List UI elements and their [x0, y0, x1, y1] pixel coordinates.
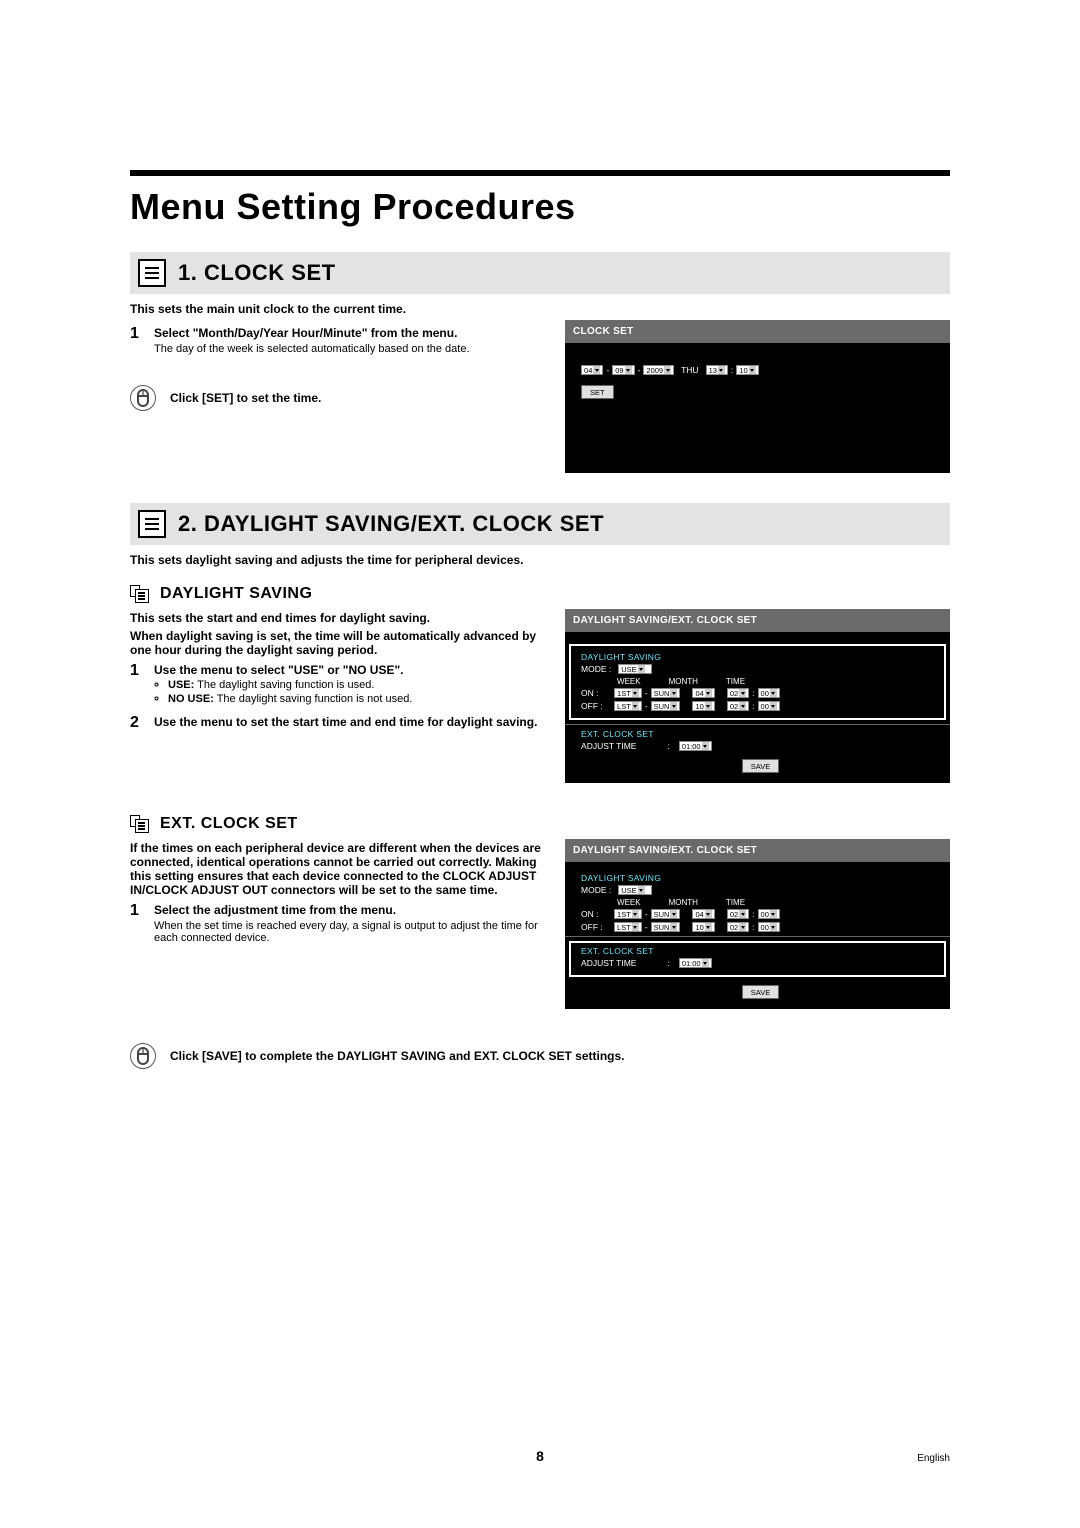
month-select[interactable]: 04: [581, 365, 603, 375]
dst-panel-2: DAYLIGHT SAVING/EXT. CLOCK SET DAYLIGHT …: [565, 839, 950, 1009]
mode-select[interactable]: USE: [618, 885, 652, 895]
panel-section-label: DAYLIGHT SAVING: [581, 873, 940, 883]
year-select[interactable]: 2009: [643, 365, 674, 375]
off-min-select[interactable]: 00: [758, 922, 780, 932]
ext-step1-note: When the set time is reached every day, …: [154, 920, 547, 944]
column-headers: WEEK MONTH TIME: [617, 898, 940, 907]
dst-panel-1: DAYLIGHT SAVING/EXT. CLOCK SET DAYLIGHT …: [565, 609, 950, 783]
panel-section-label: DAYLIGHT SAVING: [581, 652, 938, 662]
off-day-select[interactable]: SUN: [651, 922, 681, 932]
on-week-select[interactable]: 1ST: [614, 909, 642, 919]
ext-heading: EXT. CLOCK SET: [160, 815, 298, 833]
off-month-select[interactable]: 10: [692, 701, 714, 711]
adjust-time-select[interactable]: 01:00: [679, 958, 712, 968]
off-month-select[interactable]: 10: [692, 922, 714, 932]
mode-label: MODE :: [581, 885, 611, 895]
weekday-label: THU: [681, 365, 698, 375]
on-month-select[interactable]: 04: [692, 909, 714, 919]
highlight-box-ext: EXT. CLOCK SET ADJUST TIME : 01:00: [569, 941, 946, 977]
page-number: 8: [130, 1448, 950, 1464]
on-min-select[interactable]: 00: [758, 909, 780, 919]
daylight-step1: Use the menu to select "USE" or "NO USE"…: [154, 663, 412, 677]
highlight-box-daylight: DAYLIGHT SAVING MODE : USE WEEK MONTH TI…: [569, 644, 946, 720]
step-1-note: The day of the week is selected automati…: [154, 343, 470, 355]
save-button[interactable]: SAVE: [742, 985, 779, 999]
language-label: English: [917, 1453, 950, 1464]
hour-select[interactable]: 13: [706, 365, 728, 375]
subsection-daylight-saving: DAYLIGHT SAVING: [130, 585, 950, 603]
menu-icon: [138, 259, 166, 287]
off-hour-select[interactable]: 02: [727, 922, 749, 932]
adjust-time-label: ADJUST TIME: [581, 958, 636, 968]
off-hour-select[interactable]: 02: [727, 701, 749, 711]
section-heading-clock-set: 1. CLOCK SET: [130, 252, 950, 294]
daylight-desc: When daylight saving is set, the time wi…: [130, 629, 547, 657]
section-heading-dst: 2. DAYLIGHT SAVING/EXT. CLOCK SET: [130, 503, 950, 545]
daylight-heading: DAYLIGHT SAVING: [160, 585, 312, 603]
ext-desc: If the times on each peripheral device a…: [130, 841, 547, 897]
menu-icon: [138, 510, 166, 538]
on-month-select[interactable]: 04: [692, 688, 714, 698]
day-select[interactable]: 09: [612, 365, 634, 375]
minute-select[interactable]: 10: [736, 365, 758, 375]
mouse-icon: [130, 385, 156, 411]
mouse-icon: [130, 1043, 156, 1069]
mouse-instruction-set: Click [SET] to set the time.: [170, 391, 321, 405]
ext-step1: Select the adjustment time from the menu…: [154, 903, 547, 917]
off-week-select[interactable]: LST: [614, 922, 642, 932]
on-day-select[interactable]: SUN: [651, 688, 681, 698]
daylight-intro: This sets the start and end times for da…: [130, 611, 547, 625]
step-number: 1: [130, 326, 144, 355]
on-hour-select[interactable]: 02: [727, 688, 749, 698]
on-min-select[interactable]: 00: [758, 688, 780, 698]
mouse-instruction-save: Click [SAVE] to complete the DAYLIGHT SA…: [170, 1049, 625, 1063]
on-week-select[interactable]: 1ST: [614, 688, 642, 698]
daylight-step2: Use the menu to set the start time and e…: [154, 715, 537, 729]
panel-title: CLOCK SET: [565, 320, 950, 343]
column-headers: WEEK MONTH TIME: [617, 677, 938, 686]
off-week-select[interactable]: LST: [614, 701, 642, 711]
on-label: ON :: [581, 909, 611, 919]
clock-set-panel: CLOCK SET 04 - 09 - 2009 THU 13 : 10 SET: [565, 320, 950, 473]
step-number: 2: [130, 715, 144, 731]
submenu-icon: [130, 815, 152, 833]
adjust-time-label: ADJUST TIME: [581, 741, 636, 751]
on-label: ON :: [581, 688, 611, 698]
mode-label: MODE :: [581, 664, 611, 674]
page-title: Menu Setting Procedures: [130, 186, 950, 228]
on-hour-select[interactable]: 02: [727, 909, 749, 919]
panel-title: DAYLIGHT SAVING/EXT. CLOCK SET: [565, 609, 950, 632]
off-day-select[interactable]: SUN: [651, 701, 681, 711]
subsection-ext-clock: EXT. CLOCK SET: [130, 815, 950, 833]
mode-select[interactable]: USE: [618, 664, 652, 674]
on-day-select[interactable]: SUN: [651, 909, 681, 919]
panel-section-label: EXT. CLOCK SET: [581, 946, 938, 956]
off-min-select[interactable]: 00: [758, 701, 780, 711]
submenu-icon: [130, 585, 152, 603]
section-1-title: 1. CLOCK SET: [178, 260, 336, 286]
adjust-time-select[interactable]: 01:00: [679, 741, 712, 751]
save-button[interactable]: SAVE: [742, 759, 779, 773]
off-label: OFF :: [581, 701, 611, 711]
set-button[interactable]: SET: [581, 385, 614, 399]
section-2-intro: This sets daylight saving and adjusts th…: [130, 553, 950, 567]
step-number: 1: [130, 663, 144, 707]
panel-section-label: EXT. CLOCK SET: [581, 729, 940, 739]
section-2-title: 2. DAYLIGHT SAVING/EXT. CLOCK SET: [178, 511, 604, 537]
off-label: OFF :: [581, 922, 611, 932]
step-1-instruction: Select "Month/Day/Year Hour/Minute" from…: [154, 326, 470, 340]
panel-title: DAYLIGHT SAVING/EXT. CLOCK SET: [565, 839, 950, 862]
top-rule: [130, 170, 950, 176]
step-number: 1: [130, 903, 144, 944]
section-1-intro: This sets the main unit clock to the cur…: [130, 302, 950, 316]
